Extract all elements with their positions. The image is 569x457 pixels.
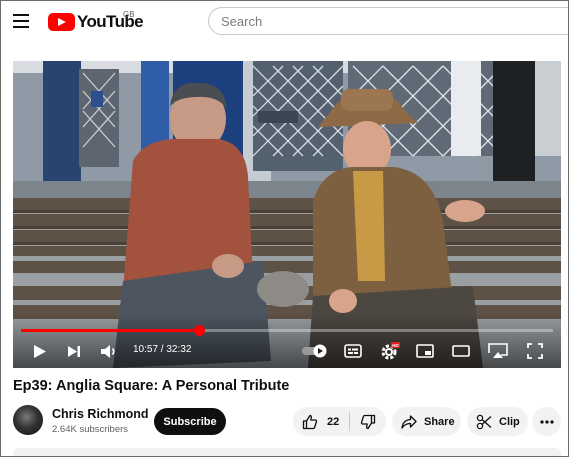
dislike-button[interactable] [350,407,386,436]
play-icon [34,344,46,358]
like-dislike-group: 22 [293,407,386,436]
thumbs-up-icon [302,414,318,429]
next-button[interactable] [65,340,83,362]
theater-mode-button[interactable] [451,340,471,362]
fullscreen-button[interactable] [525,340,545,362]
theater-icon [452,345,470,357]
youtube-watch-page: YouTube GB Search 10:57 / 32:32 HD Ep39:… [0,0,569,457]
controls-gradient [13,312,561,368]
hamburger-menu-icon[interactable] [13,13,31,29]
progress-fill [21,329,200,332]
search-input[interactable] [208,7,568,35]
miniplayer-icon [416,344,434,358]
share-label: Share [424,415,455,428]
clip-label: Clip [499,415,520,428]
description-box-edge[interactable] [13,448,561,456]
country-code: GB [123,10,135,19]
play-button[interactable] [31,340,49,362]
channel-avatar[interactable] [13,405,43,435]
subtitles-button[interactable] [343,340,363,362]
cast-button[interactable] [487,340,509,362]
fullscreen-icon [527,343,543,359]
channel-name[interactable]: Chris Richmond [52,407,149,421]
settings-icon: HD [381,342,400,360]
share-button[interactable]: Share [392,407,461,436]
subscriber-count: 2.64K subscribers [52,424,129,435]
subtitles-icon [344,344,362,358]
miniplayer-button[interactable] [415,340,435,362]
hd-badge: HD [392,343,399,348]
video-title: Ep39: Anglia Square: A Personal Tribute [13,378,290,394]
clip-button[interactable]: Clip [467,407,528,436]
thumbs-down-icon [360,414,376,429]
like-button[interactable]: 22 [293,407,349,436]
like-count: 22 [327,415,340,428]
masthead: YouTube GB [1,1,568,45]
progress-bar[interactable] [21,325,553,336]
volume-icon [101,344,115,358]
autoplay-toggle[interactable] [301,340,329,362]
settings-button[interactable]: HD [379,340,401,362]
more-icon [539,419,554,424]
cast-icon [488,343,508,358]
scissors-icon [476,414,492,429]
video-player[interactable]: 10:57 / 32:32 HD [13,61,561,368]
more-actions-button[interactable] [532,407,561,436]
autoplay-toggle-icon [302,344,327,358]
youtube-logo-icon [48,13,75,31]
share-icon [401,414,417,429]
next-icon [68,345,80,357]
subscribe-button[interactable]: Subscribe [154,408,226,435]
time-display: 10:57 / 32:32 [133,344,192,355]
volume-button[interactable] [99,340,119,362]
